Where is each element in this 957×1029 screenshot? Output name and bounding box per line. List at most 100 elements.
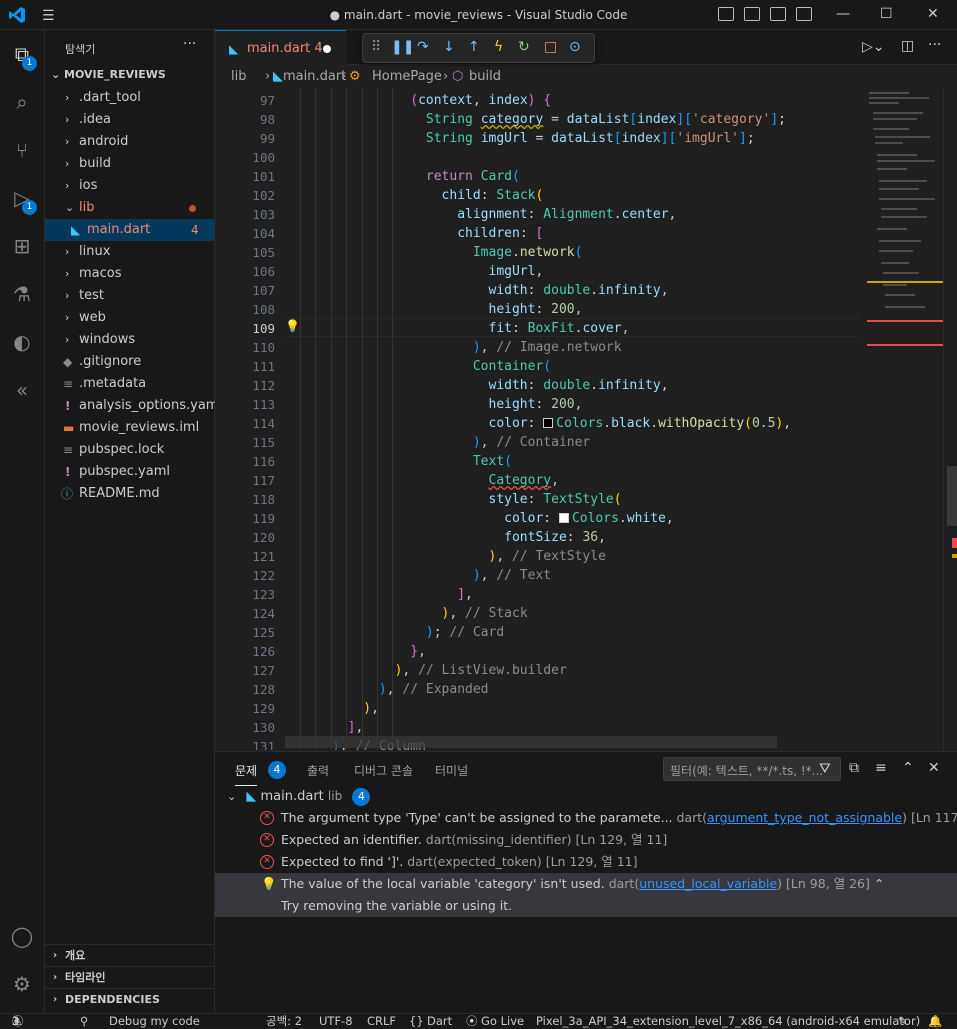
- tree-item-main-dart[interactable]: ◣ main.dart 4: [45, 219, 214, 241]
- toggle-panel-icon[interactable]: [744, 7, 760, 21]
- run-icon[interactable]: ▷⌄: [862, 39, 885, 55]
- minimize-icon[interactable]: —: [836, 6, 850, 22]
- yaml-file-icon: !: [65, 465, 71, 479]
- chevron-right-icon: ›: [341, 69, 347, 84]
- outline-section[interactable]: › 개요: [45, 944, 214, 966]
- line-ending[interactable]: CRLF: [367, 1014, 396, 1029]
- source-control-icon[interactable]: ⑂: [8, 136, 36, 164]
- timeline-section[interactable]: › 타임라인: [45, 966, 214, 988]
- language-mode[interactable]: Dart: [427, 1014, 452, 1029]
- code-editor[interactable]: 97 98 99 100 101 102 103 104 105 106 107 108 109 110 1…: [215, 88, 957, 750]
- tree-item-analysis-options[interactable]: ! analysis_options.yaml: [45, 395, 222, 417]
- customize-layout-icon[interactable]: [796, 7, 812, 21]
- tab-debug-console[interactable]: 디버그 콘솔: [354, 762, 413, 779]
- tree-item-pubspec-lock[interactable]: ≡ pubspec.lock: [45, 439, 214, 461]
- line-number: 113: [252, 397, 275, 412]
- tab-main-dart[interactable]: ◣ main.dart 4: [215, 30, 346, 65]
- problems-filter-input[interactable]: 필터(예: 텍스트, **/*.ts, !*...: [663, 757, 841, 781]
- problem-file-group[interactable]: ⌄ ◣ main.dart lib 4: [227, 788, 371, 806]
- tree-item-linux[interactable]: › linux: [45, 241, 214, 263]
- tree-item-ios[interactable]: › ios: [45, 175, 214, 197]
- stop-icon[interactable]: □: [544, 39, 557, 55]
- toggle-primary-sidebar-icon[interactable]: [718, 7, 734, 21]
- chevron-up-icon[interactable]: ⌃: [874, 876, 884, 891]
- problem-item[interactable]: ✕ The argument type 'Type' can't be assi…: [215, 807, 957, 829]
- collapse-all-icon[interactable]: ⧉: [849, 760, 859, 776]
- unsaved-dot[interactable]: [323, 45, 331, 53]
- go-live-button[interactable]: Go Live: [481, 1014, 524, 1029]
- chevron-down-icon: ⌄: [65, 201, 75, 214]
- problem-code-link[interactable]: unused_local_variable: [639, 876, 777, 891]
- extensions-icon[interactable]: ⊞: [8, 232, 36, 260]
- toggle-secondary-sidebar-icon[interactable]: [770, 7, 786, 21]
- tree-item-metadata[interactable]: ≡ .metadata: [45, 373, 214, 395]
- breadcrumb-method[interactable]: build: [469, 69, 501, 84]
- tree-item-iml[interactable]: ▬ movie_reviews.iml: [45, 417, 214, 439]
- minimap[interactable]: [867, 88, 943, 750]
- feedback-icon[interactable]: ✎: [898, 1014, 908, 1029]
- code-line: Text(: [472, 454, 512, 469]
- tree-item-android[interactable]: › android: [45, 131, 214, 153]
- debug-icon[interactable]: ⚲: [80, 1014, 88, 1029]
- breadcrumb-file[interactable]: main.dart: [283, 69, 346, 84]
- inspect-widget-icon[interactable]: ⊙: [569, 39, 581, 55]
- filter-icon[interactable]: ⛛: [819, 761, 831, 777]
- tree-item-dart-tool[interactable]: › .dart_tool: [45, 87, 214, 109]
- device-selector[interactable]: Pixel_3a_API_34_extension_level_7_x86_64…: [536, 1014, 920, 1029]
- step-over-icon[interactable]: ↷: [417, 39, 429, 55]
- indentation[interactable]: 공백: 2: [266, 1014, 302, 1029]
- search-icon[interactable]: ⌕: [8, 88, 36, 116]
- chevron-down-icon: ⌄: [227, 790, 237, 803]
- split-editor-icon[interactable]: ◫: [901, 38, 914, 54]
- problems-panel: 문제 4 출력 디버그 콘솔 터미널 필터(예: 텍스트, **/*.ts, !…: [215, 751, 957, 1013]
- tab-terminal[interactable]: 터미널: [435, 762, 468, 779]
- drag-handle-icon[interactable]: ⠿: [371, 39, 381, 55]
- tree-item-build[interactable]: › build: [45, 153, 214, 175]
- flutter-icon[interactable]: «: [8, 376, 36, 404]
- problem-item-selected[interactable]: 💡 The value of the local variable 'categ…: [215, 873, 957, 917]
- tree-item-test[interactable]: › test: [45, 285, 214, 307]
- close-panel-icon[interactable]: ✕: [928, 760, 940, 776]
- horizontal-scrollbar[interactable]: [285, 736, 777, 748]
- problem-code-link[interactable]: argument_type_not_assignable: [707, 810, 902, 825]
- problem-item[interactable]: ✕ Expected an identifier. dart(missing_i…: [215, 829, 957, 851]
- yaml-file-icon: !: [65, 399, 71, 413]
- tree-item-web[interactable]: › web: [45, 307, 214, 329]
- maximize-icon[interactable]: ☐: [880, 6, 893, 22]
- code-line: ), // Image.network: [472, 340, 622, 355]
- tab-output[interactable]: 출력: [307, 762, 329, 779]
- more-actions-icon[interactable]: ···: [928, 37, 941, 53]
- tree-item-readme[interactable]: ⓘ README.md: [45, 483, 214, 505]
- account-icon[interactable]: ◯: [8, 922, 36, 950]
- edge-devtools-icon[interactable]: ◐: [8, 328, 36, 356]
- tree-item-windows[interactable]: › windows: [45, 329, 214, 351]
- close-window-icon[interactable]: ✕: [927, 6, 939, 22]
- step-into-icon[interactable]: ↓: [443, 39, 455, 55]
- chevron-right-icon: ›: [265, 69, 271, 84]
- notifications-bell-icon[interactable]: 🔔: [928, 1014, 942, 1029]
- tree-item-macos[interactable]: › macos: [45, 263, 214, 285]
- step-out-icon[interactable]: ↑: [468, 39, 480, 55]
- problem-item[interactable]: ✕ Expected to find ']'. dart(expected_to…: [215, 851, 957, 873]
- encoding[interactable]: UTF-8: [319, 1014, 353, 1029]
- tree-item-gitignore[interactable]: ◆ .gitignore: [45, 351, 214, 373]
- tree-item-pubspec-yaml[interactable]: ! pubspec.yaml: [45, 461, 214, 483]
- tab-problems[interactable]: 문제: [235, 762, 258, 786]
- tree-item-idea[interactable]: › .idea: [45, 109, 214, 131]
- pause-icon[interactable]: ❚❚: [391, 39, 414, 55]
- code-line: fit: BoxFit.cover,: [488, 321, 630, 336]
- tree-item-lib[interactable]: ⌄ lib: [45, 197, 214, 219]
- breadcrumb-class[interactable]: HomePage: [372, 69, 442, 84]
- view-as-list-icon[interactable]: ≡: [875, 760, 887, 776]
- maximize-panel-icon[interactable]: ⌃: [902, 760, 914, 776]
- dependencies-section[interactable]: › DEPENDENCIES: [45, 988, 214, 1010]
- debug-config[interactable]: Debug my code: [109, 1014, 200, 1029]
- hot-reload-icon[interactable]: ϟ: [494, 39, 503, 55]
- testing-icon[interactable]: ⚗: [8, 280, 36, 308]
- vertical-scrollbar[interactable]: [943, 88, 957, 750]
- breadcrumb-lib[interactable]: lib: [231, 69, 246, 84]
- more-actions-icon[interactable]: ···: [183, 36, 196, 52]
- restart-icon[interactable]: ↻: [518, 39, 530, 55]
- project-folder[interactable]: ⌄ MOVIE_REVIEWS: [51, 68, 166, 81]
- settings-gear-icon[interactable]: ⚙: [8, 970, 36, 998]
